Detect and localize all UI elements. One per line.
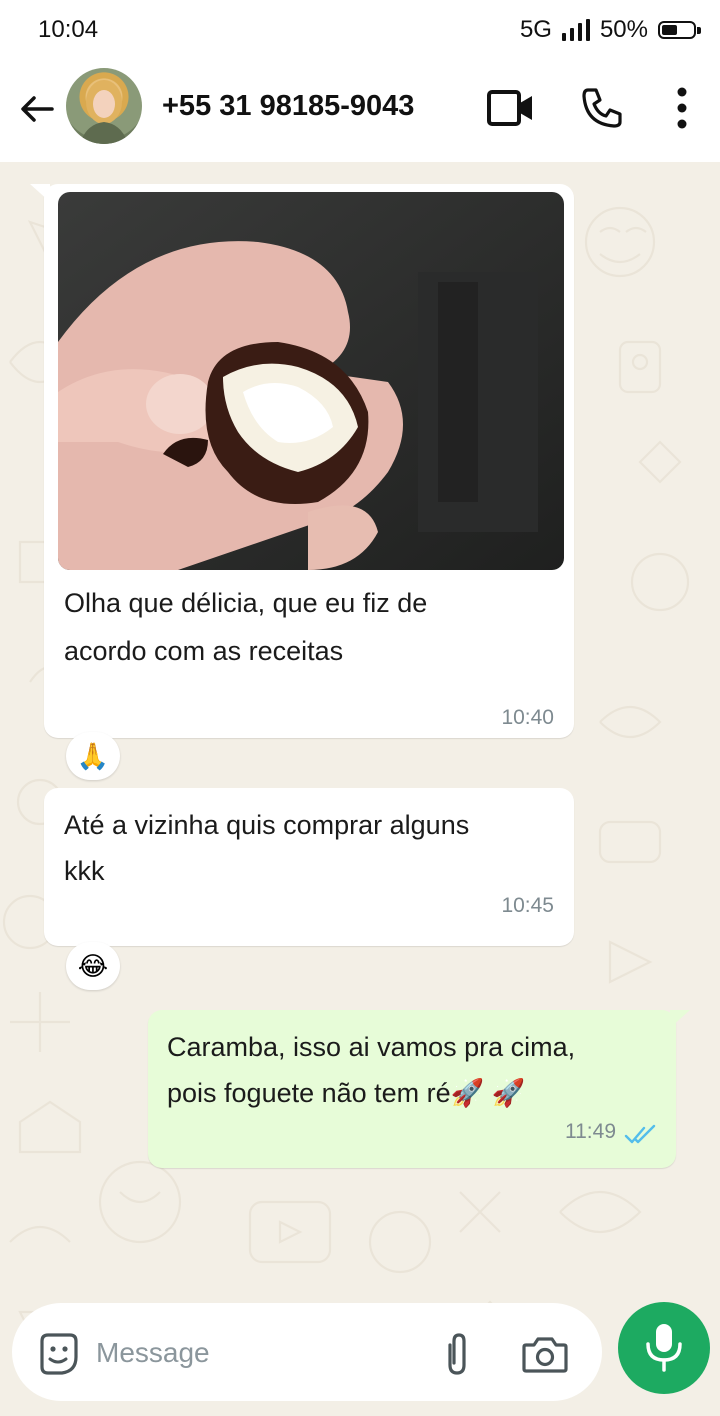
message-text-line: pois foguete não tem ré🚀 🚀 [167,1078,526,1108]
battery-fill [662,25,677,35]
message-bubble-incoming[interactable]: Olha que délicia, que eu fiz de acordo c… [30,184,574,738]
bubble-tail [30,184,50,202]
mic-icon [646,1324,682,1372]
sticker-icon[interactable] [36,1331,82,1377]
avatar-photo [80,80,128,144]
message-photo[interactable] [58,192,564,570]
read-ticks-icon [624,1124,656,1144]
status-time: 10:04 [38,16,99,43]
video-call-icon[interactable] [486,88,536,128]
chat-header: +55 31 98185-9043 [0,60,720,162]
message-text-line: Caramba, isso ai vamos pra cima, [167,1032,576,1062]
avatar[interactable] [66,68,142,144]
battery-label: 50% [599,16,648,43]
reaction-badge[interactable]: 🙏 [66,732,120,780]
more-vert-icon[interactable] [674,86,690,130]
status-indicators: 5G 50% [519,16,701,44]
message-time: 10:45 [501,894,554,917]
chat-area[interactable]: Olha que délicia, que eu fiz de acordo c… [0,162,720,1416]
phone-icon[interactable] [580,86,624,130]
chocolate-bonbon-photo [58,192,564,570]
camera-icon[interactable] [520,1333,570,1375]
reaction-badge[interactable]: 😂 [66,942,120,990]
message-text-line: Até a vizinha quis comprar alguns [64,810,470,840]
mic-button[interactable] [618,1302,710,1394]
signal-icon [561,19,590,41]
message-input-bar: Message [12,1303,602,1401]
back-arrow-icon[interactable] [16,88,58,130]
message-text-line: acordo com as receitas [64,636,344,666]
message-time: 11:49 [565,1120,616,1143]
contact-name[interactable]: +55 31 98185-9043 [162,90,414,123]
status-bar: 10:04 5G 50% [0,0,720,60]
message-text-line: kkk [64,856,105,886]
message-bubble-incoming[interactable]: Até a vizinha quis comprar alguns kkk 10… [44,788,574,946]
attach-icon[interactable] [440,1331,474,1377]
battery-icon [658,21,701,39]
bubble-tail [670,1010,690,1028]
network-label: 5G [519,16,552,43]
message-time: 10:40 [501,706,554,729]
message-input[interactable]: Message [96,1337,210,1369]
message-text-line: Olha que délicia, que eu fiz de [64,588,428,618]
message-bubble-outgoing[interactable]: Caramba, isso ai vamos pra cima, pois fo… [148,1010,690,1168]
